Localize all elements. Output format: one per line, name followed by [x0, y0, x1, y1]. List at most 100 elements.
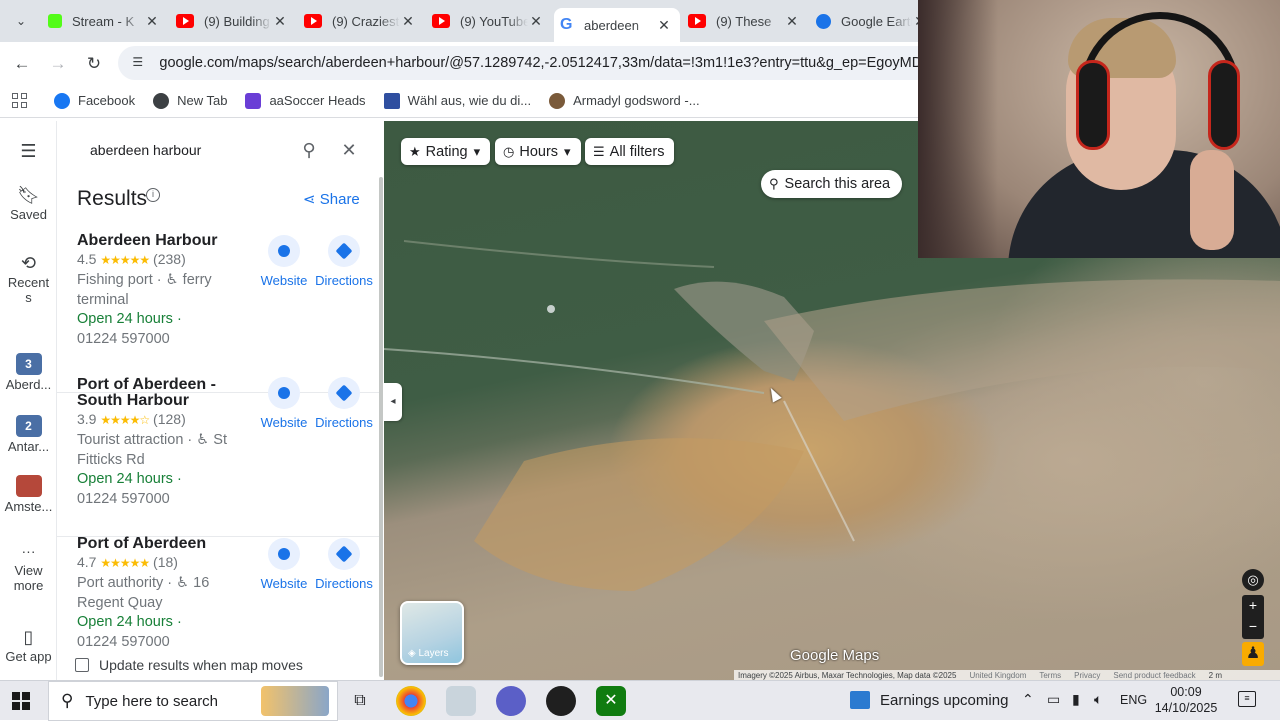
- result-rating: 4.7 ★★★★★ (18): [77, 554, 178, 570]
- obs-icon[interactable]: [546, 686, 576, 716]
- news-widget[interactable]: Earnings upcoming: [850, 691, 1008, 709]
- discord-icon[interactable]: [496, 686, 526, 716]
- close-icon[interactable]: ✕: [337, 138, 361, 162]
- my-location-icon[interactable]: ◎: [1242, 569, 1264, 591]
- rail-view-more[interactable]: ··· View more: [0, 539, 57, 593]
- pegman-icon[interactable]: ♟: [1242, 642, 1264, 666]
- tab-title: (9) Craziest: [332, 13, 400, 29]
- meet-icon[interactable]: ▭: [1047, 691, 1060, 708]
- xbox-icon[interactable]: ✕: [596, 686, 626, 716]
- rail-recent-antarctica[interactable]: 2 Antar...: [0, 415, 57, 454]
- rail-get-app[interactable]: ▯ Get app: [0, 625, 57, 664]
- rail-saved[interactable]: 🔖︎ Saved: [0, 183, 57, 222]
- tab-stream[interactable]: Stream - K ✕: [42, 8, 168, 34]
- bookmark-armadyl[interactable]: Armadyl godsword -...: [549, 92, 700, 109]
- rating-value: 4.5: [77, 251, 97, 267]
- url-text[interactable]: google.com/maps/search/aberdeen+harbour/…: [159, 55, 918, 71]
- task-view-icon[interactable]: ⧉: [345, 686, 375, 716]
- share-button[interactable]: ⋖ Share: [303, 190, 360, 208]
- tray-chevron-icon[interactable]: ⌃: [1022, 691, 1034, 708]
- result-category: Port authority · ♿ 16 Regent Quay: [77, 575, 210, 611]
- search-box: ⚲ ✕: [73, 130, 369, 170]
- search-icon[interactable]: ⚲: [297, 138, 321, 162]
- review-count: (128): [153, 411, 186, 427]
- directions-button[interactable]: Directions: [309, 377, 379, 430]
- chip-label: Hours: [519, 143, 559, 160]
- star-icons: ★★★★★: [100, 253, 150, 267]
- result-title[interactable]: Aberdeen Harbour: [77, 233, 237, 249]
- phone-number: 01224 597000: [77, 331, 170, 347]
- file-explorer-icon[interactable]: [446, 686, 476, 716]
- close-tab-icon[interactable]: ✕: [144, 13, 160, 30]
- result-card[interactable]: Port of Aberdeen - South Harbour 3.9 ★★★…: [57, 377, 379, 537]
- webcam-background: [918, 0, 998, 258]
- windows-start-icon[interactable]: [12, 692, 30, 710]
- globe-icon: [268, 377, 300, 409]
- close-tab-icon[interactable]: ✕: [400, 13, 416, 30]
- notification-icon[interactable]: ≡: [1238, 691, 1256, 707]
- rail-recent-amsterdam[interactable]: Amste...: [0, 475, 57, 514]
- zoom-in-button[interactable]: +: [1242, 595, 1264, 616]
- zoom-out-button[interactable]: −: [1242, 616, 1264, 637]
- volume-icon[interactable]: 🔈︎: [1094, 691, 1102, 708]
- star-icons: ★★★★★: [100, 556, 150, 570]
- directions-label: Directions: [315, 576, 373, 591]
- close-tab-icon[interactable]: ✕: [784, 13, 800, 30]
- panel-scrollbar[interactable]: [379, 177, 383, 677]
- result-title[interactable]: Port of Aberdeen: [77, 536, 277, 552]
- directions-button[interactable]: Directions: [309, 538, 379, 591]
- collapse-panel-button[interactable]: ◂: [384, 383, 402, 421]
- close-tab-icon[interactable]: ✕: [656, 17, 672, 34]
- bookmark-soccer-heads[interactable]: aaSoccer Heads: [245, 92, 366, 109]
- bookmark-waehl[interactable]: Wähl aus, wie du di...: [383, 92, 531, 109]
- result-title[interactable]: Port of Aberdeen - South Harbour: [77, 377, 237, 409]
- layers-button[interactable]: ◈ Layers: [400, 601, 464, 665]
- taskbar-search-placeholder: Type here to search: [85, 692, 219, 710]
- bookmark-new-tab[interactable]: New Tab: [153, 92, 227, 109]
- taskbar-search[interactable]: ⚲ Type here to search: [48, 681, 338, 721]
- layers-label: ◈ Layers: [408, 648, 448, 659]
- hours-filter-chip[interactable]: ◷ Hours ▾: [495, 138, 581, 165]
- search-this-area-button[interactable]: ⚲ Search this area: [761, 170, 903, 198]
- rail-recents[interactable]: ⟲ Recent s: [0, 251, 57, 305]
- search-highlight-image: [261, 686, 329, 716]
- directions-button[interactable]: Directions: [309, 235, 379, 288]
- tab-these[interactable]: (9) These ✕: [682, 8, 808, 34]
- tab-building[interactable]: (9) Building ✕: [170, 8, 296, 34]
- result-card[interactable]: Aberdeen Harbour 4.5 ★★★★★ (238) Fishing…: [57, 233, 379, 393]
- chrome-icon[interactable]: [396, 686, 426, 716]
- omnibox[interactable]: ☰ google.com/maps/search/aberdeen+harbou…: [118, 46, 918, 80]
- update-results-row[interactable]: Update results when map moves: [75, 657, 303, 673]
- review-count: (238): [153, 251, 186, 267]
- back-arrow-icon[interactable]: ←: [10, 52, 34, 76]
- rail-recent-aberdeen[interactable]: 3 Aberd...: [0, 353, 57, 392]
- apps-grid-icon[interactable]: [12, 92, 28, 109]
- result-rating: 3.9 ★★★★☆ (128): [77, 411, 186, 427]
- system-clock[interactable]: 00:09 14/10/2025: [1150, 684, 1222, 716]
- close-tab-icon[interactable]: ✕: [272, 13, 288, 30]
- bookmark-facebook[interactable]: Facebook: [54, 92, 135, 109]
- all-filters-chip[interactable]: ☰ All filters: [585, 138, 675, 165]
- rating-filter-chip[interactable]: ★ Rating ▾: [401, 138, 491, 165]
- update-results-checkbox[interactable]: [75, 658, 89, 672]
- reload-icon[interactable]: ↻: [82, 52, 106, 76]
- language-indicator[interactable]: ENG: [1120, 693, 1147, 707]
- search-input[interactable]: [73, 142, 273, 158]
- tab-search-chevron-icon[interactable]: ⌄: [10, 10, 32, 32]
- close-tab-icon[interactable]: ✕: [528, 13, 544, 30]
- menu-button[interactable]: ☰: [0, 139, 57, 163]
- tab-youtube[interactable]: (9) YouTube ✕: [426, 8, 552, 34]
- microphone-icon[interactable]: ▮: [1072, 691, 1080, 708]
- forward-arrow-icon[interactable]: →: [46, 52, 70, 76]
- rail-label: Recent s: [7, 275, 50, 305]
- rail-label: Amste...: [4, 499, 53, 514]
- site-info-icon[interactable]: ☰: [130, 55, 145, 71]
- info-icon[interactable]: i: [146, 188, 160, 202]
- google-earth-icon: [816, 13, 831, 29]
- website-label: Website: [260, 576, 308, 591]
- chip-label: All filters: [609, 143, 665, 160]
- tab-aberdeen-active[interactable]: G aberdeen ✕: [554, 8, 680, 42]
- phone-icon: ▯: [23, 627, 34, 647]
- bookmark-icon: 🔖︎: [17, 185, 40, 205]
- tab-craziest[interactable]: (9) Craziest ✕: [298, 8, 424, 34]
